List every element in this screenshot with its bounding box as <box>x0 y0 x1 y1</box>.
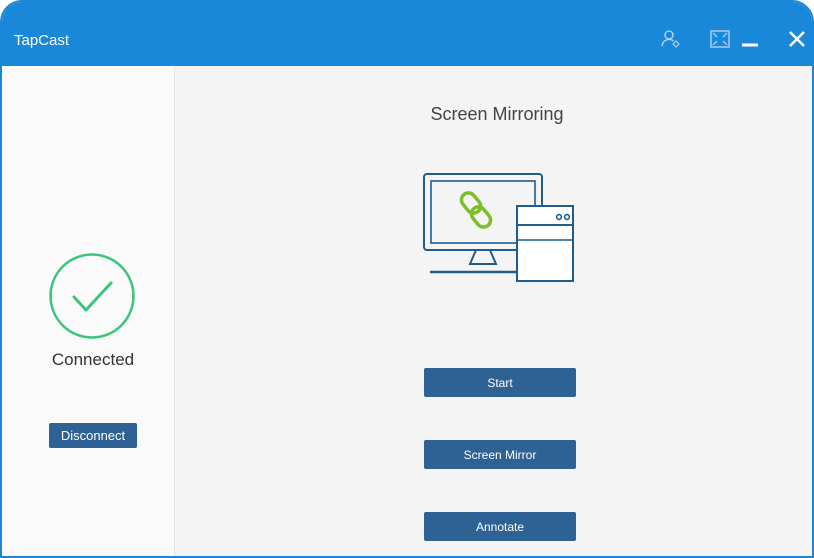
connection-status-label: Connected <box>51 350 135 369</box>
minimize-icon <box>739 28 761 55</box>
app-window: TapCast Connected Disconnect Screen Mirr… <box>0 0 814 558</box>
title-bar: TapCast <box>2 2 812 66</box>
close-button[interactable] <box>784 28 810 54</box>
page-title: Screen Mirroring <box>430 104 564 124</box>
fullscreen-icon <box>709 28 731 55</box>
start-button[interactable]: Start <box>424 368 576 397</box>
user-settings-button[interactable] <box>658 28 684 54</box>
app-title: TapCast <box>14 32 70 49</box>
minimize-button[interactable] <box>737 28 763 54</box>
close-icon <box>786 28 808 55</box>
fullscreen-button[interactable] <box>707 28 733 54</box>
computer-link-icon <box>416 170 578 286</box>
checkmark-circle-icon <box>48 252 136 340</box>
sidebar: Connected Disconnect <box>2 66 175 556</box>
user-settings-icon <box>660 28 682 55</box>
disconnect-button[interactable]: Disconnect <box>49 423 137 448</box>
annotate-button[interactable]: Annotate <box>424 512 576 541</box>
screen-mirror-button[interactable]: Screen Mirror <box>424 440 576 469</box>
